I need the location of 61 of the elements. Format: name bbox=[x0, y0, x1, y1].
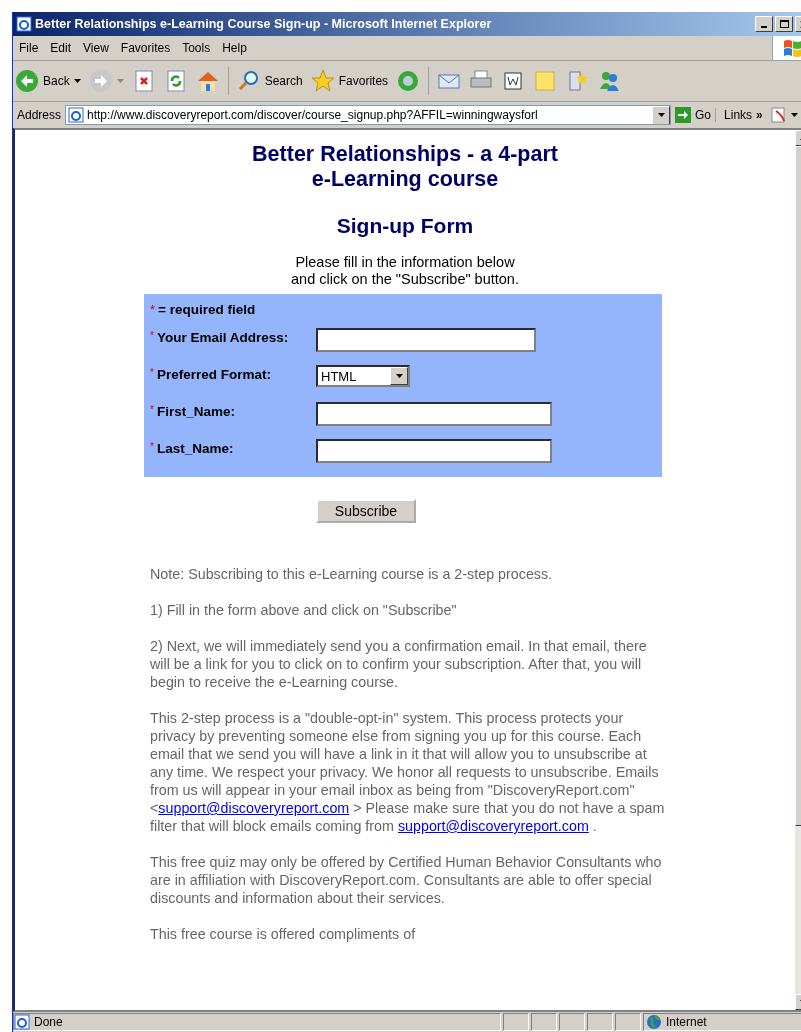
field-label: First_Name: bbox=[156, 404, 235, 419]
paragraph: 2) Next, we will immediately send you a confirmation email. In that email, there will be a link for you to click on to confirm your subscription. After that, you will begin to receive the e-Learning course. bbox=[150, 637, 648, 691]
caret-icon bbox=[73, 79, 81, 83]
chevron-button[interactable]: » bbox=[756, 108, 763, 122]
required-mark: * bbox=[150, 330, 154, 341]
security-zone: Internet bbox=[666, 1015, 707, 1029]
dropdown-button[interactable] bbox=[652, 106, 671, 124]
messenger-icon[interactable] bbox=[597, 69, 622, 93]
caret-icon bbox=[395, 374, 403, 378]
paragraph: Note: Subscribing to this e-Learning course is a 2-step process. bbox=[150, 565, 554, 583]
minimize-button[interactable] bbox=[755, 16, 773, 32]
minimize-icon bbox=[761, 26, 767, 28]
menu-item[interactable]: Edit bbox=[44, 41, 78, 55]
go-button[interactable]: Go bbox=[675, 107, 712, 123]
address-label: Address bbox=[17, 108, 62, 122]
input-field[interactable] bbox=[316, 328, 536, 352]
page-icon bbox=[68, 107, 85, 123]
search-icon bbox=[236, 69, 261, 93]
menu-item[interactable]: View bbox=[77, 41, 115, 55]
email-link[interactable]: support@discoveryreport.com bbox=[158, 800, 350, 816]
search-button[interactable]: Search bbox=[236, 69, 303, 93]
favorites-button[interactable]: Favorites bbox=[310, 69, 389, 93]
pdf-icon[interactable] bbox=[770, 107, 787, 123]
required-mark: * bbox=[150, 441, 154, 452]
field-label: Preferred Format: bbox=[156, 367, 271, 382]
maximize-icon bbox=[779, 19, 789, 29]
links-button[interactable]: Links bbox=[715, 108, 753, 122]
menu-item[interactable]: Tools bbox=[176, 41, 217, 55]
paragraph: This free quiz may only be offered by Certified Human Behavior Consultants who are in affiliation with DiscoveryReport.com. Consultants are able to offer special discounts and information about their services. bbox=[150, 853, 663, 907]
required-mark: * bbox=[150, 404, 154, 415]
field-label: Last_Name: bbox=[156, 441, 234, 456]
browser-icon bbox=[16, 16, 32, 32]
caret-icon[interactable] bbox=[790, 113, 798, 117]
status-text: Done bbox=[34, 1015, 63, 1029]
caret-icon bbox=[657, 113, 665, 117]
address-field[interactable]: http://www.discoveryreport.com/discover/course_signup.php?AFFIL=winningwaysforl bbox=[65, 105, 672, 125]
format-dropdown[interactable]: HTML bbox=[316, 365, 410, 387]
maximize-button[interactable] bbox=[775, 16, 793, 32]
caret-icon bbox=[116, 79, 124, 83]
subscribe-button[interactable]: Subscribe bbox=[316, 499, 416, 523]
field-label: Your Email Address: bbox=[156, 330, 289, 345]
form-heading: Sign-up Form bbox=[335, 214, 475, 238]
globe-icon bbox=[646, 1014, 662, 1030]
instructions-text: Please fill in the information below and click on the "Subscribe" button. bbox=[290, 254, 520, 288]
page-icon bbox=[14, 1014, 30, 1030]
paragraph: This 2-step process is a "double-opt-in" system. This process protects your privacy by preventing someone else from signing you up for this course. Each email that we send you will have a link in it that will allow you to unsubscribe at any time. We respect your privacy. We honor all requests to unsubscribe. Emails from us will appear in your email inbox as being from "DiscoveryReport.com" <support@discoveryreport.com > Please make sure that you do not have a spam filter that will block emails coming from support@discoveryreport.com . bbox=[150, 709, 665, 835]
required-mark: * bbox=[150, 367, 154, 378]
window-title: Better Relationships e-Learning Course Sign-up - Microsoft Internet Explorer bbox=[35, 17, 492, 31]
input-field[interactable] bbox=[316, 402, 552, 426]
back-button[interactable]: Back bbox=[15, 69, 81, 93]
required-mark: * bbox=[150, 302, 156, 317]
paragraph: 1) Fill in the form above and click on "Subscribe" bbox=[150, 601, 458, 619]
menu-item[interactable]: File bbox=[13, 41, 45, 55]
menu-item[interactable]: Favorites bbox=[114, 41, 177, 55]
star-icon bbox=[310, 69, 335, 93]
page-heading: Better Relationships - a 4-part e-Learning course bbox=[251, 142, 559, 192]
paragraph: This free course is offered compliments of bbox=[150, 925, 417, 943]
required-note: = required field bbox=[158, 302, 256, 317]
menu-item[interactable]: Help bbox=[216, 41, 253, 55]
input-field[interactable] bbox=[316, 439, 552, 463]
email-link[interactable]: support@discoveryreport.com bbox=[397, 818, 589, 834]
